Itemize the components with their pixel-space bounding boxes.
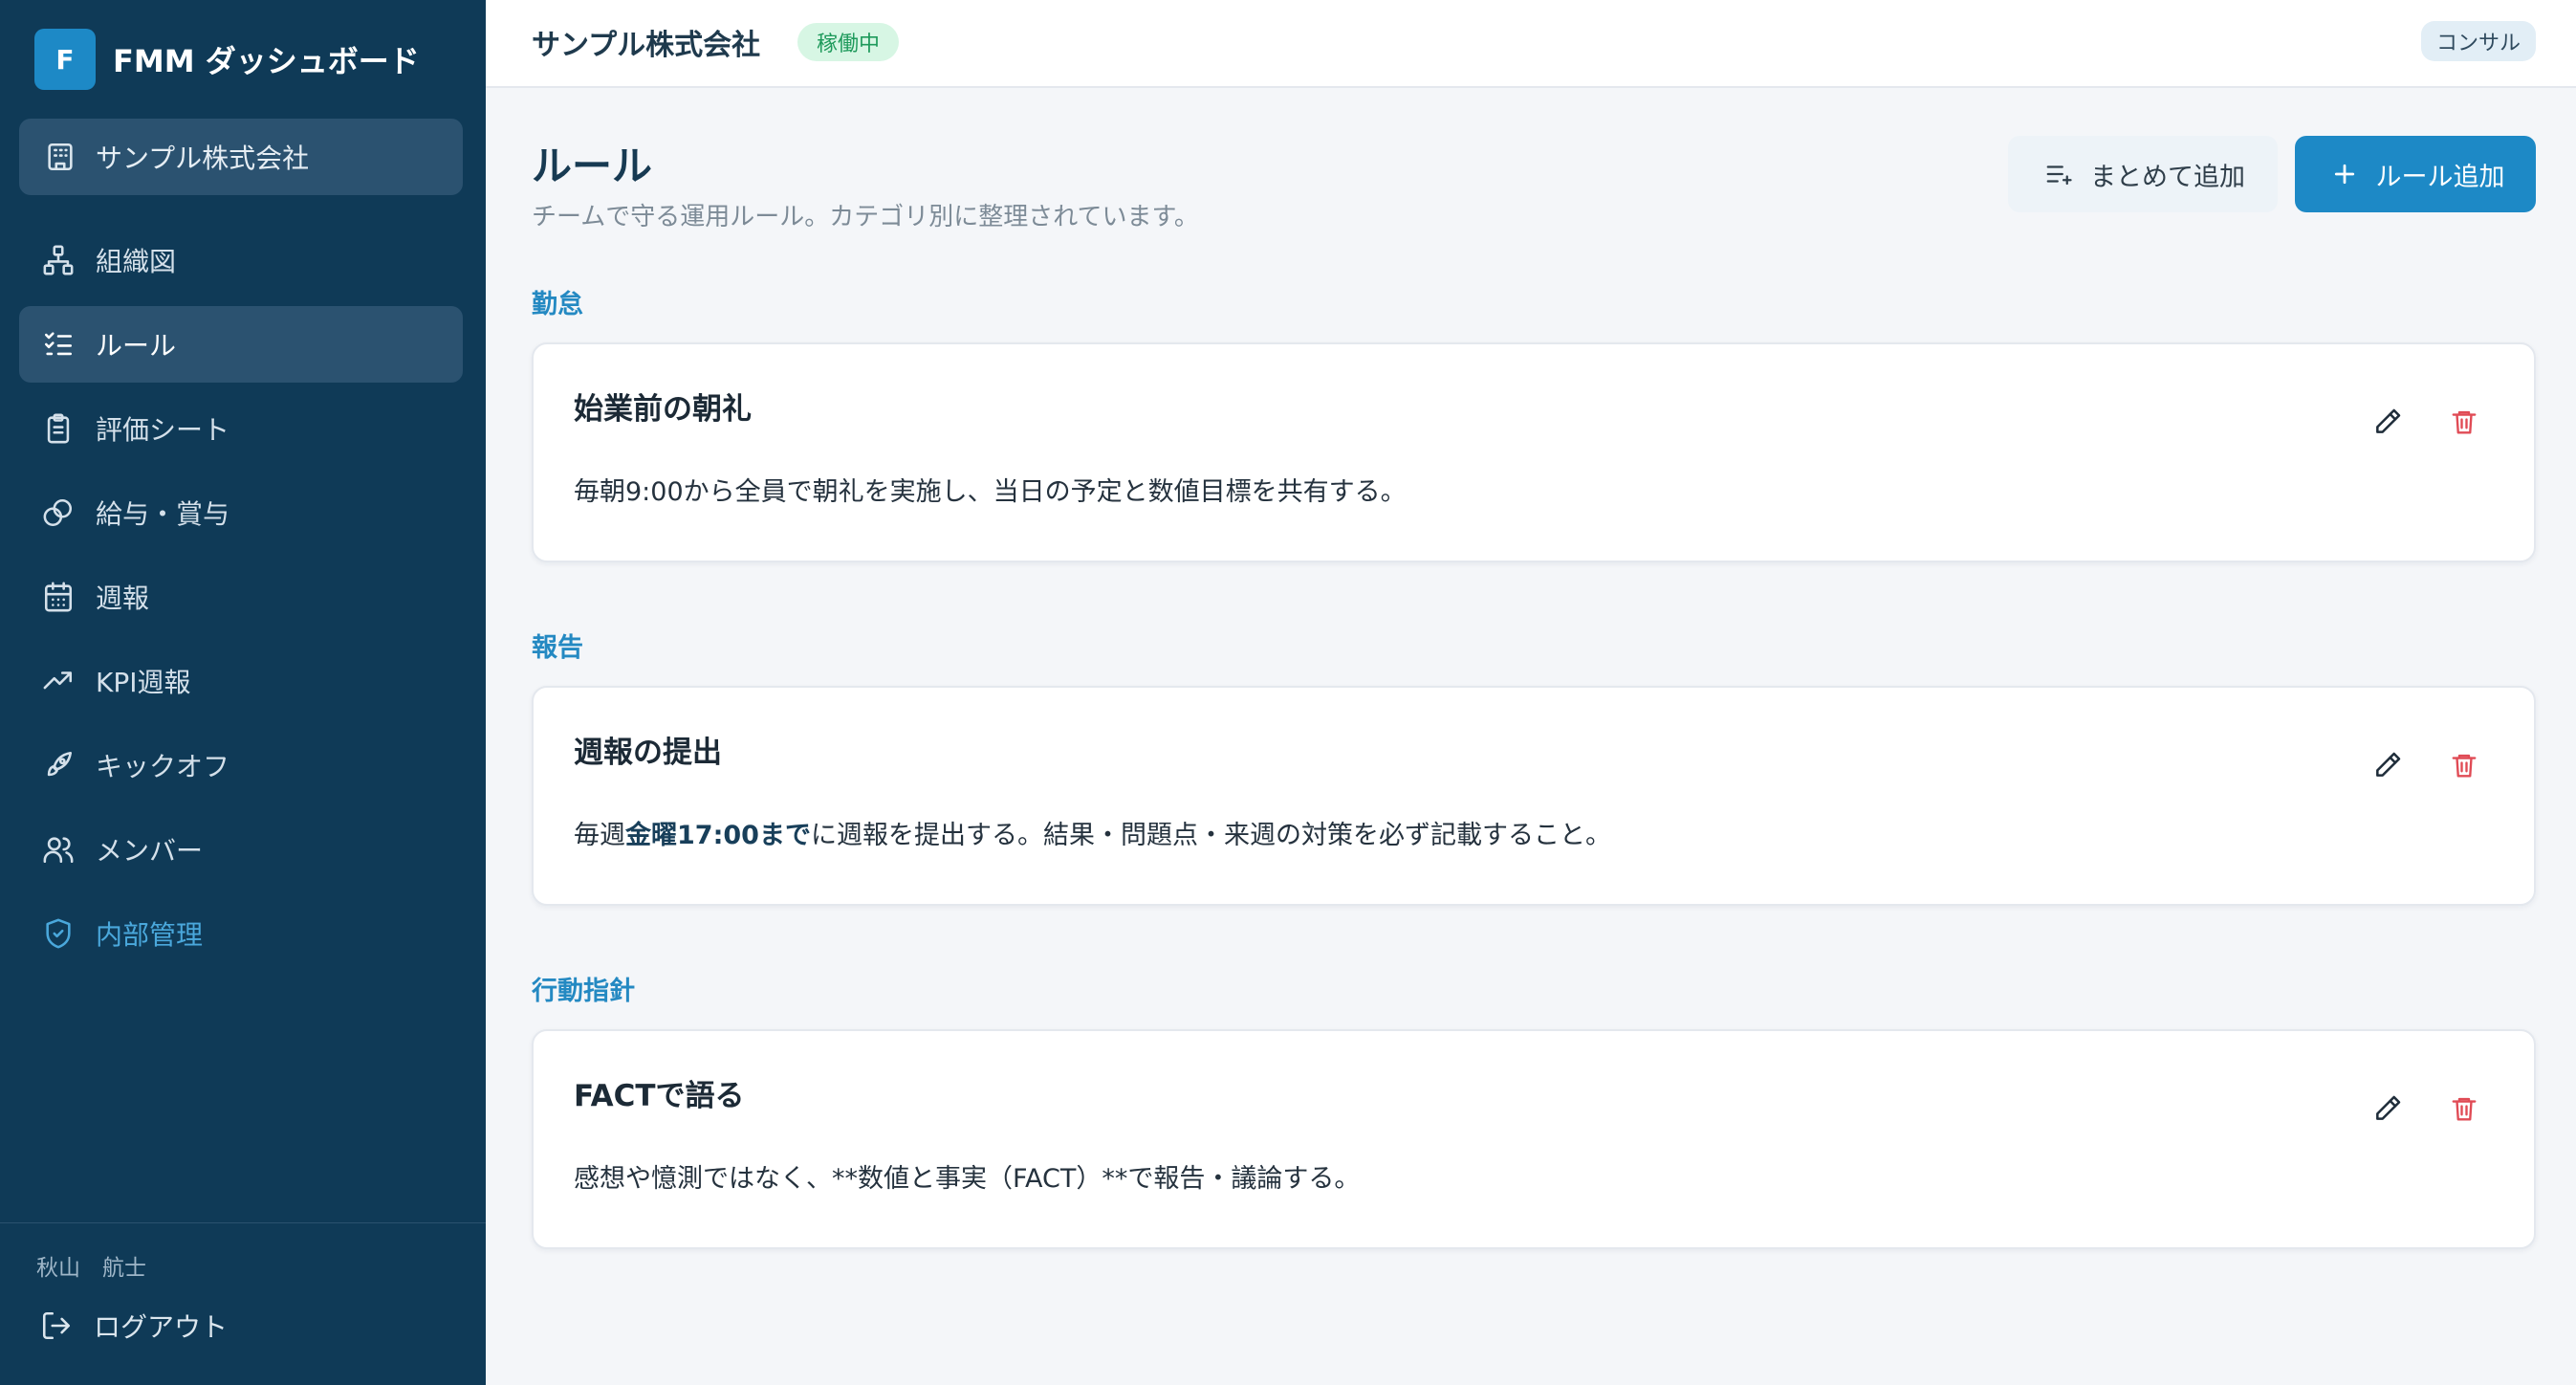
bulk-add-button[interactable]: まとめて追加	[2008, 136, 2278, 212]
rule-title: 始業前の朝礼	[574, 392, 752, 427]
add-rule-button[interactable]: ルール追加	[2295, 136, 2536, 212]
category-heading: 行動指針	[532, 977, 635, 1006]
sidebar-item-evaluation-sheet[interactable]: 評価シート	[19, 390, 463, 467]
page-title: ルール	[532, 143, 653, 189]
rule-title: 週報の提出	[574, 736, 722, 770]
sidebar: F FMM ダッシュボード サンプル株式会社 組織図 ルール 評価シート 給与・…	[0, 0, 486, 1385]
delete-rule-button[interactable]	[2440, 1085, 2488, 1132]
sidebar-divider	[0, 1222, 486, 1223]
edit-rule-button[interactable]	[2364, 741, 2412, 789]
logout-button[interactable]: ログアウト	[38, 1307, 228, 1345]
edit-rule-button[interactable]	[2364, 398, 2412, 446]
sidebar-item-label: キックオフ	[96, 751, 230, 782]
company-selector[interactable]: サンプル株式会社	[19, 119, 463, 195]
org-chart-icon	[40, 242, 76, 278]
current-user-name: 秋山 航士	[36, 1256, 146, 1281]
role-badge: コンサル	[2420, 21, 2536, 61]
rule-card: 週報の提出 毎週金曜17:00までに週報を提出する。結果・問題点・来週の対策を必…	[532, 686, 2536, 906]
trash-icon	[2446, 404, 2482, 440]
logout-icon	[38, 1308, 75, 1344]
delete-rule-button[interactable]	[2440, 741, 2488, 789]
calendar-icon	[40, 579, 76, 615]
coins-icon	[40, 495, 76, 531]
sidebar-item-label: 給与・賞与	[96, 498, 230, 530]
rule-body-text: 毎週	[574, 821, 625, 850]
sidebar-item-label: ルール	[96, 330, 177, 362]
pencil-icon	[2369, 1090, 2406, 1127]
status-badge: 稼働中	[797, 23, 900, 61]
rule-body: 感想や憶測ではなく、**数値と事実（FACT）**で報告・議論する。	[574, 1164, 1361, 1194]
top-bar: サンプル株式会社 稼働中 コンサル	[486, 0, 2576, 88]
sidebar-item-internal-admin[interactable]: 内部管理	[19, 895, 463, 972]
sidebar-item-label: KPI週報	[96, 667, 191, 698]
sidebar-item-kpi-weekly[interactable]: KPI週報	[19, 643, 463, 719]
brand-logo: F	[34, 29, 96, 90]
header-company-name: サンプル株式会社	[532, 29, 761, 62]
rule-body-text: に週報を提出する。結果・問題点・来週の対策を必ず記載すること。	[810, 821, 1611, 850]
rule-card: FACTで語る 感想や憶測ではなく、**数値と事実（FACT）**で報告・議論す…	[532, 1029, 2536, 1249]
users-icon	[40, 831, 76, 868]
sidebar-item-salary-bonus[interactable]: 給与・賞与	[19, 474, 463, 551]
add-rule-label: ルール追加	[2375, 162, 2505, 192]
rule-title: FACTで語る	[574, 1079, 745, 1113]
sidebar-item-label: 評価シート	[96, 414, 230, 446]
brand[interactable]: F FMM ダッシュボード	[34, 29, 420, 90]
sidebar-item-label: 内部管理	[96, 919, 204, 951]
sidebar-item-label: メンバー	[96, 835, 204, 867]
pencil-icon	[2369, 747, 2406, 783]
rule-body-emphasis: 金曜17:00まで	[625, 821, 811, 850]
checklist-icon	[40, 326, 76, 363]
shield-check-icon	[40, 915, 76, 952]
list-plus-icon	[2041, 156, 2077, 192]
category-heading: 勤怠	[532, 290, 583, 319]
trash-icon	[2446, 747, 2482, 783]
sidebar-item-label: 週報	[96, 583, 150, 614]
bulk-add-label: まとめて追加	[2090, 162, 2245, 192]
trending-up-icon	[40, 663, 76, 699]
rocket-icon	[40, 747, 76, 783]
sidebar-nav: 組織図 ルール 評価シート 給与・賞与 週報 KPI週報 キックオフ メンバー …	[19, 222, 463, 979]
trash-icon	[2446, 1090, 2482, 1127]
logout-label: ログアウト	[94, 1311, 229, 1343]
edit-rule-button[interactable]	[2364, 1085, 2412, 1132]
pencil-icon	[2369, 404, 2406, 440]
category-heading: 報告	[532, 633, 583, 663]
rule-body: 毎朝9:00から全員で朝礼を実施し、当日の予定と数値目標を共有する。	[574, 477, 1407, 507]
sidebar-item-rules[interactable]: ルール	[19, 306, 463, 383]
sidebar-item-org-chart[interactable]: 組織図	[19, 222, 463, 298]
rule-card: 始業前の朝礼 毎朝9:00から全員で朝礼を実施し、当日の予定と数値目標を共有する…	[532, 342, 2536, 562]
sidebar-item-members[interactable]: メンバー	[19, 811, 463, 888]
delete-rule-button[interactable]	[2440, 398, 2488, 446]
clipboard-icon	[40, 410, 76, 447]
sidebar-item-label: 組織図	[96, 246, 177, 277]
sidebar-item-weekly-report[interactable]: 週報	[19, 559, 463, 635]
rule-body: 毎週金曜17:00までに週報を提出する。結果・問題点・来週の対策を必ず記載するこ…	[574, 814, 1611, 851]
building-icon	[42, 139, 78, 175]
brand-name: FMM ダッシュボード	[113, 43, 420, 79]
company-selector-label: サンプル株式会社	[96, 143, 310, 174]
plus-icon	[2326, 156, 2363, 192]
page-subtitle: チームで守る運用ルール。カテゴリ別に整理されています。	[532, 203, 1199, 231]
sidebar-item-kickoff[interactable]: キックオフ	[19, 727, 463, 803]
